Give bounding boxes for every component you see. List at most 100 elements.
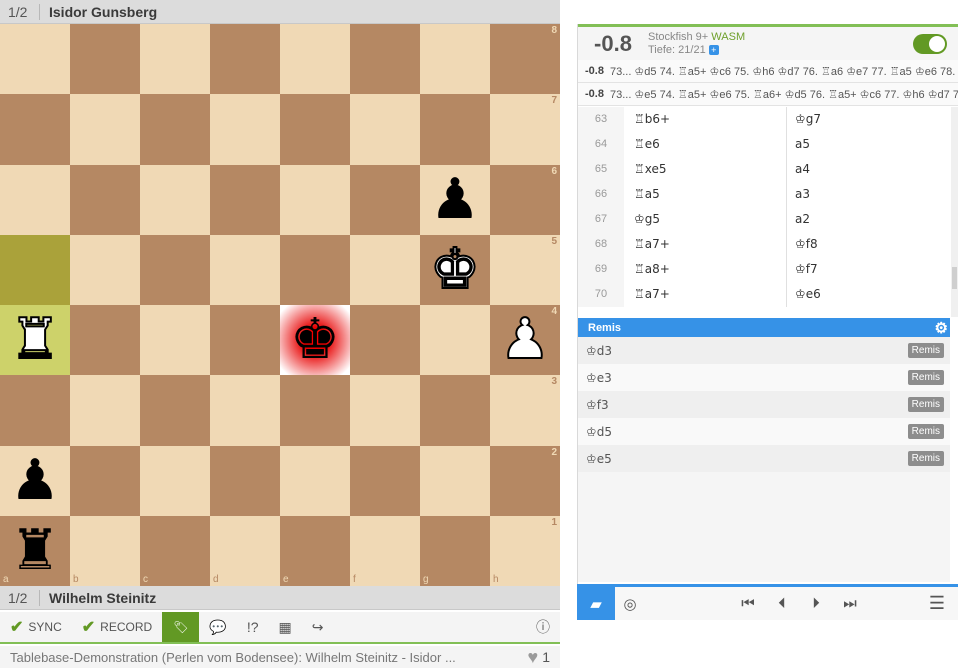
chess-board[interactable]: 8 7 6 5 4 3 2 a b c d e f g 1 h ♟ ♚ ♜ ♚ ♟ ♟ ♜	[0, 24, 560, 586]
black-move[interactable]: ♔e6	[787, 282, 947, 307]
opening-explorer-button[interactable]: ▰	[577, 587, 615, 620]
white-king-piece[interactable]: ♚	[420, 235, 490, 305]
square-c3[interactable]	[140, 375, 210, 446]
share-tab[interactable]: ↪	[302, 612, 334, 642]
square-b2[interactable]	[70, 445, 140, 516]
square-g4[interactable]	[420, 305, 490, 376]
square-h1[interactable]: 1h	[490, 515, 560, 586]
square-c5[interactable]	[140, 234, 210, 305]
square-d4[interactable]	[210, 305, 280, 376]
square-e3[interactable]	[280, 375, 350, 446]
white-move[interactable]: ♖a7+	[624, 282, 787, 307]
square-b5[interactable]	[70, 234, 140, 305]
pv-line[interactable]: -0.8 73... ♔e5 74. ♖a5+ ♔e6 75. ♖a6+ ♔d5…	[578, 83, 958, 106]
pv-line[interactable]: -0.8 73... ♔d5 74. ♖a5+ ♔c6 75. ♔h6 ♔d7 …	[578, 60, 958, 83]
square-b1[interactable]: b	[70, 515, 140, 586]
next-move-button[interactable]: ⏵	[801, 587, 831, 620]
first-move-button[interactable]: ⏮	[733, 587, 763, 620]
square-c2[interactable]	[140, 445, 210, 516]
info-button[interactable]: ⓘ	[526, 612, 560, 642]
square-f1[interactable]: f	[350, 515, 420, 586]
black-move[interactable]: a4	[787, 157, 947, 182]
square-g1[interactable]: g	[420, 515, 490, 586]
practice-button[interactable]: ◎	[615, 587, 645, 620]
square-e1[interactable]: e	[280, 515, 350, 586]
white-move[interactable]: ♖e6	[624, 132, 787, 157]
square-h3[interactable]: 3	[490, 375, 560, 446]
chart-tab[interactable]: ▦	[269, 612, 302, 642]
square-e6[interactable]	[280, 164, 350, 235]
square-e7[interactable]	[280, 94, 350, 165]
engine-toggle[interactable]	[913, 33, 947, 54]
plus-icon[interactable]: +	[708, 44, 719, 55]
square-a7[interactable]	[0, 94, 70, 165]
player-name-top[interactable]: Isidor Gunsberg	[40, 4, 157, 20]
square-f7[interactable]	[350, 94, 420, 165]
comment-tab[interactable]: 💬	[199, 612, 236, 642]
square-d8[interactable]	[210, 24, 280, 95]
white-move[interactable]: ♖xe5	[624, 157, 787, 182]
study-title[interactable]: Tablebase-Demonstration (Perlen vom Bode…	[10, 650, 528, 665]
square-c7[interactable]	[140, 94, 210, 165]
square-a8[interactable]	[0, 24, 70, 95]
gear-icon[interactable]: ⚙	[935, 319, 948, 337]
prev-move-button[interactable]: ⏴	[767, 587, 797, 620]
record-button[interactable]: ✔ RECORD	[72, 612, 162, 642]
square-h6[interactable]: 6	[490, 164, 560, 235]
square-d6[interactable]	[210, 164, 280, 235]
square-h2[interactable]: 2	[490, 445, 560, 516]
scrollbar-thumb[interactable]	[952, 267, 957, 289]
square-a5[interactable]	[0, 234, 70, 305]
tablebase-row[interactable]: ♔d5 Remis	[578, 418, 950, 445]
last-move-button[interactable]: ⏭	[835, 587, 865, 620]
white-move[interactable]: ♖a7+	[624, 232, 787, 257]
square-c6[interactable]	[140, 164, 210, 235]
black-move[interactable]: ♔f8	[787, 232, 947, 257]
like-button[interactable]: ♥ 1	[528, 647, 560, 668]
glyphs-tab[interactable]: !?	[237, 612, 269, 642]
square-h7[interactable]: 7	[490, 94, 560, 165]
square-f5[interactable]	[350, 234, 420, 305]
square-b6[interactable]	[70, 164, 140, 235]
tags-tab[interactable]: 🏷	[162, 612, 200, 642]
square-f8[interactable]	[350, 24, 420, 95]
square-f3[interactable]	[350, 375, 420, 446]
square-c8[interactable]	[140, 24, 210, 95]
tablebase-row[interactable]: ♔f3 Remis	[578, 391, 950, 418]
white-move[interactable]: ♖a5	[624, 182, 787, 207]
black-move[interactable]: a5	[787, 132, 947, 157]
move-list[interactable]: 63 ♖b6+ ♔g7 64 ♖e6 a5 65 ♖xe5 a4 66 ♖a5 a3 67 ♔g5 a2 68…	[578, 107, 951, 317]
black-move[interactable]: ♔g7	[787, 107, 947, 132]
black-pawn-piece[interactable]: ♟	[0, 446, 70, 516]
square-g7[interactable]	[420, 94, 490, 165]
white-rook-piece[interactable]: ♜	[0, 305, 70, 375]
square-g8[interactable]	[420, 24, 490, 95]
black-pawn-piece[interactable]: ♟	[420, 165, 490, 235]
menu-button[interactable]: ☰	[922, 587, 952, 620]
black-move[interactable]: a3	[787, 182, 947, 207]
tablebase-row[interactable]: ♔e5 Remis	[578, 445, 950, 472]
square-d1[interactable]: d	[210, 515, 280, 586]
black-rook-piece[interactable]: ♜	[0, 516, 70, 586]
square-e5[interactable]	[280, 234, 350, 305]
square-g3[interactable]	[420, 375, 490, 446]
square-c1[interactable]: c	[140, 515, 210, 586]
square-e8[interactable]	[280, 24, 350, 95]
square-d2[interactable]	[210, 445, 280, 516]
square-b7[interactable]	[70, 94, 140, 165]
square-d5[interactable]	[210, 234, 280, 305]
tablebase-row[interactable]: ♔d3 Remis	[578, 337, 950, 364]
black-king-piece[interactable]: ♚	[280, 305, 350, 375]
move-list-scrollbar[interactable]	[951, 107, 958, 317]
white-move[interactable]: ♔g5	[624, 207, 787, 232]
square-b8[interactable]	[70, 24, 140, 95]
square-h8[interactable]: 8	[490, 24, 560, 95]
tablebase-row[interactable]: ♔e3 Remis	[578, 364, 950, 391]
square-e2[interactable]	[280, 445, 350, 516]
square-b4[interactable]	[70, 305, 140, 376]
square-b3[interactable]	[70, 375, 140, 446]
square-f2[interactable]	[350, 445, 420, 516]
square-a6[interactable]	[0, 164, 70, 235]
square-f6[interactable]	[350, 164, 420, 235]
square-a3[interactable]	[0, 375, 70, 446]
